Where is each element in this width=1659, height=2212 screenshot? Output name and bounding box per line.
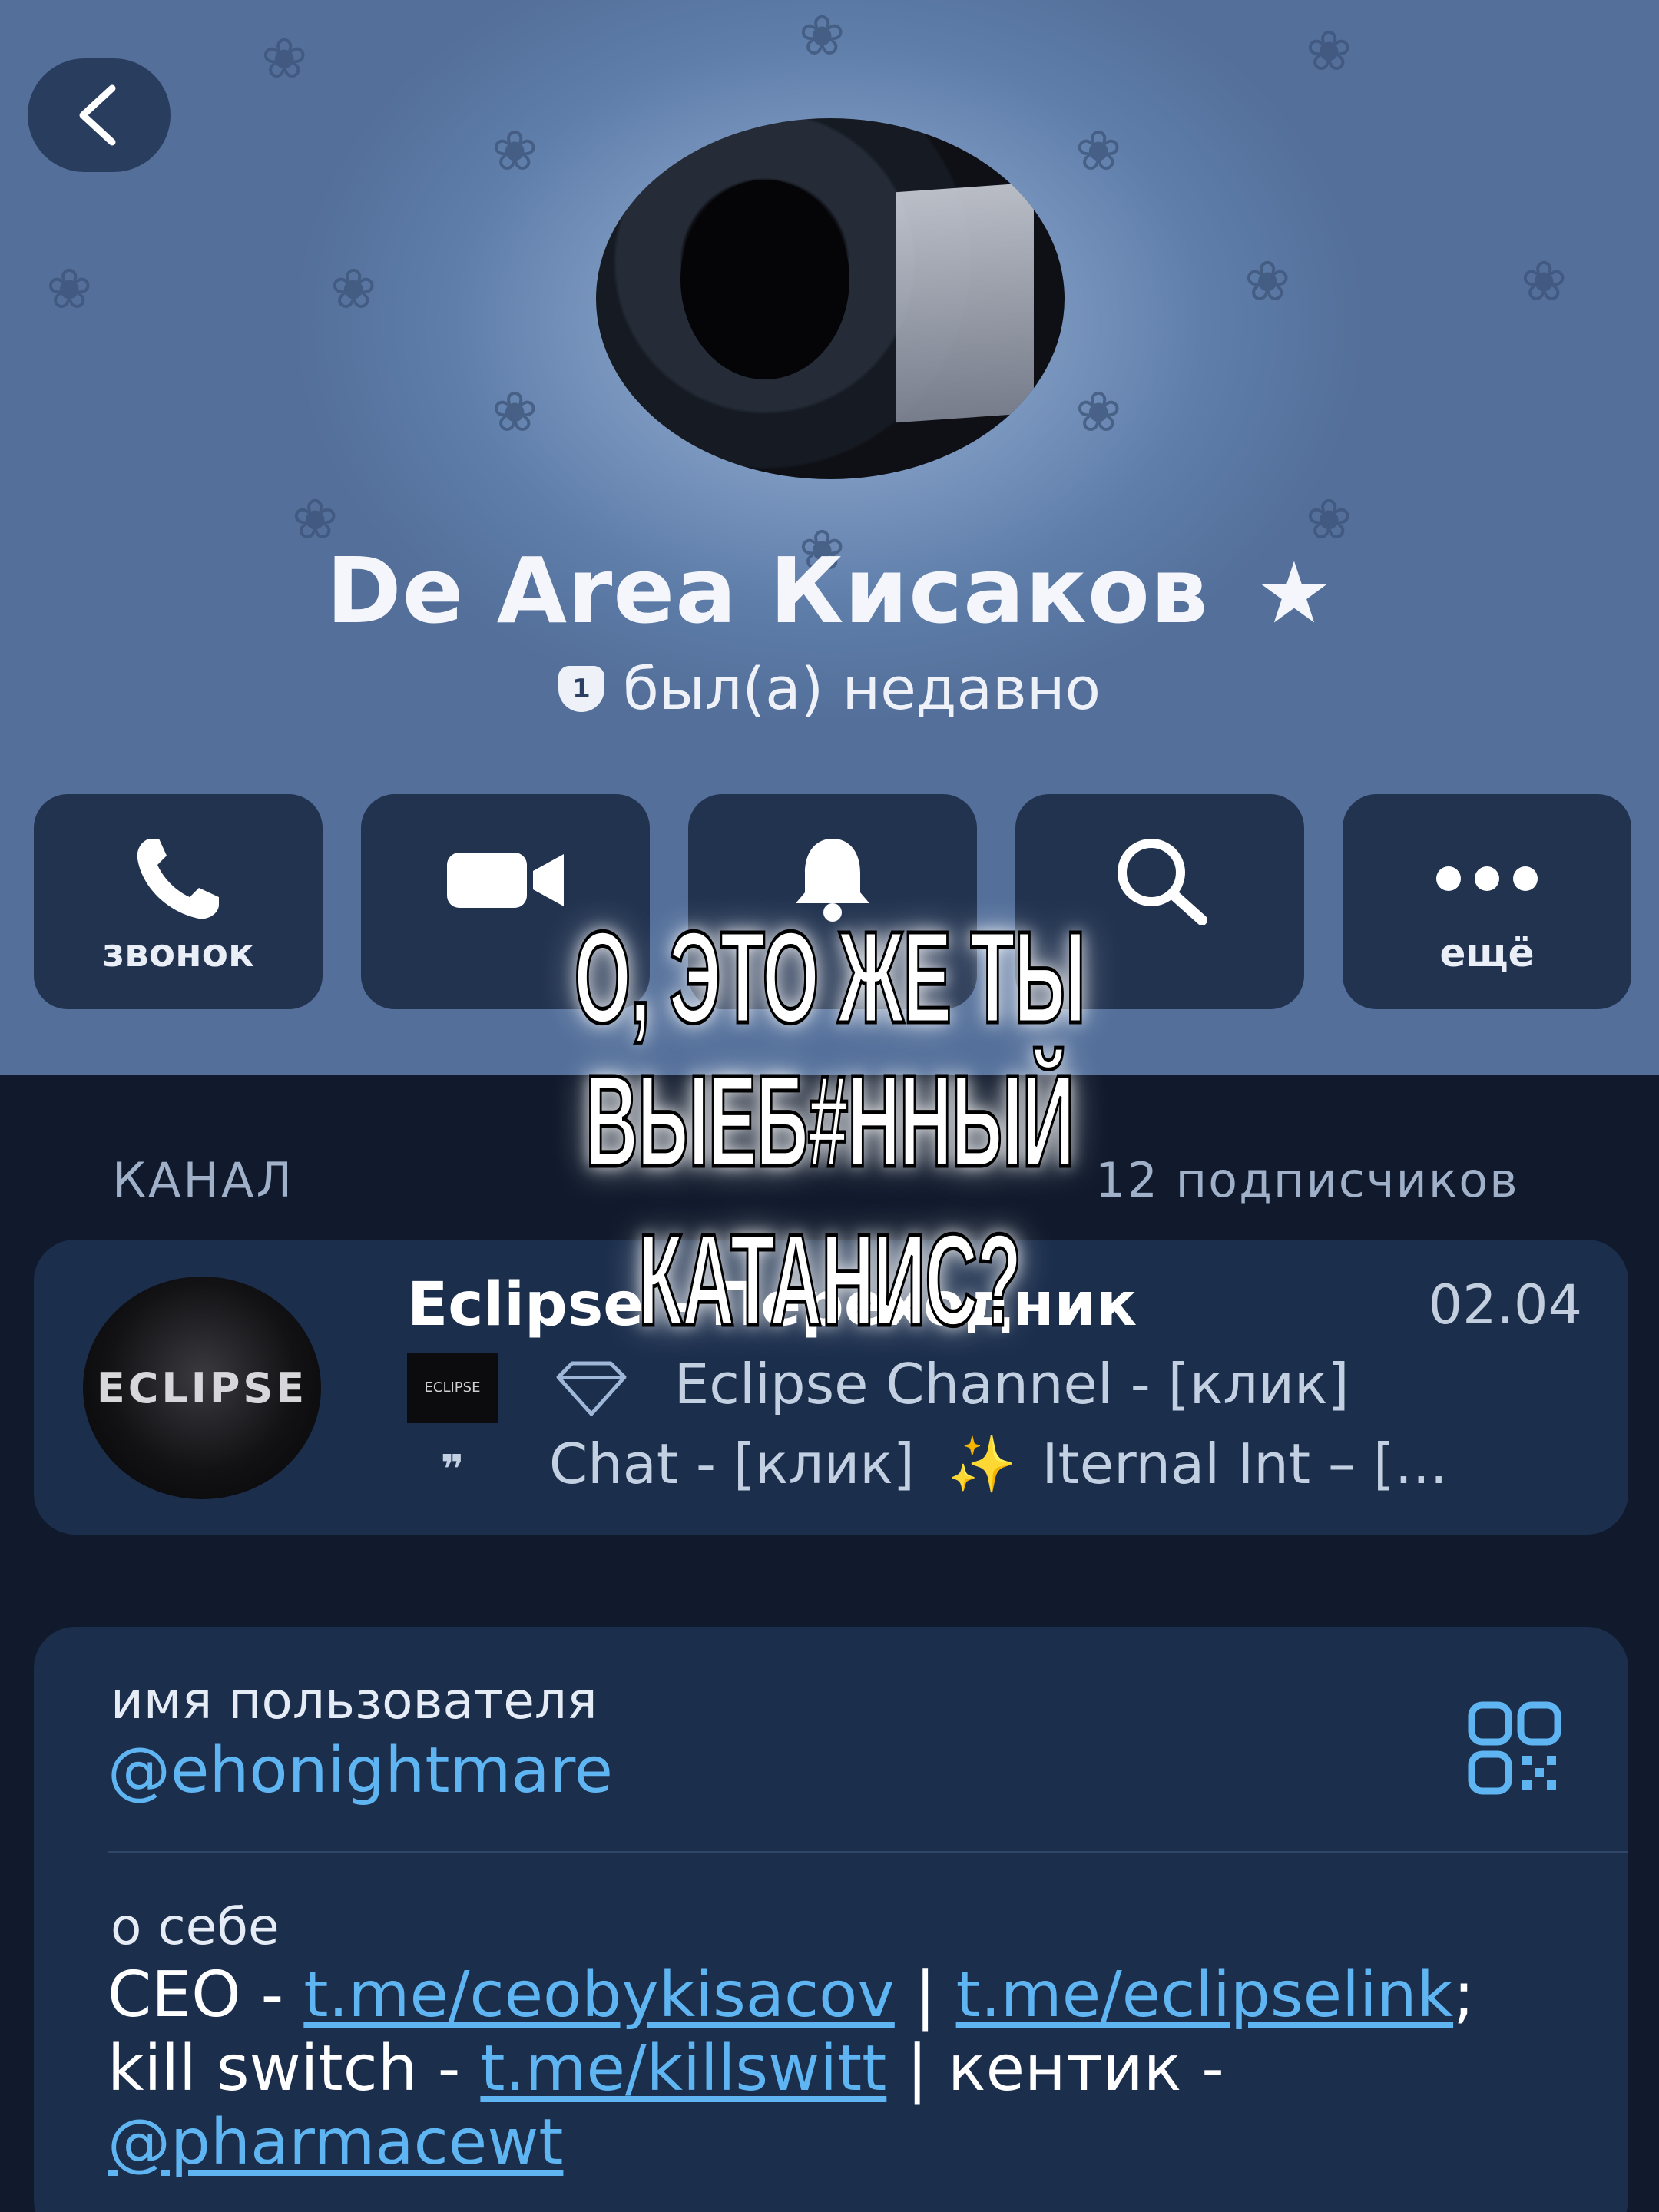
bio-link-ceobykisacov[interactable]: t.me/ceobykisacov	[303, 1959, 894, 2032]
avatar-background-panel	[896, 182, 1034, 423]
wallpaper-flower-icon: ❀	[330, 257, 377, 321]
bio-text: CEO - t.me/ceobykisacov | t.me/eclipseli…	[108, 1959, 1567, 2180]
chevron-left-icon	[79, 84, 116, 146]
avatar-obscured-face	[680, 180, 849, 379]
bio-link-eclipselink[interactable]: t.me/eclipselink	[956, 1959, 1454, 2032]
wallpaper-flower-icon: ❀	[492, 379, 538, 444]
wallpaper-flower-icon: ❀	[1306, 18, 1353, 83]
profile-avatar[interactable]	[596, 118, 1065, 479]
info-divider	[108, 1851, 1628, 1853]
wallpaper-flower-icon: ❀	[1075, 118, 1122, 183]
channel-preview-line-2: ❞ Chat - [клик] ✨ Iternal Int – [...	[407, 1432, 1448, 1497]
meme-caption: О, ЭТО ЖЕ ТЫ ВЫЕБ#ННЫЙ КАТАНИС?	[0, 904, 1659, 1354]
quote-icon: ❞	[440, 1447, 465, 1493]
wallpaper-flower-icon: ❀	[1244, 249, 1291, 313]
bio-text-part-2: |	[894, 1959, 956, 2032]
back-button[interactable]	[28, 58, 171, 172]
username-label: имя пользователя	[111, 1671, 598, 1730]
channel-avatar-text: ECLIPSE	[96, 1363, 308, 1412]
bio-text-part-1: CEO -	[108, 1959, 304, 2032]
channel-preview-text-2b: Iternal Int – [...	[1041, 1432, 1448, 1496]
more-icon	[1436, 866, 1538, 891]
meme-caption-line-2: КАТАНИС?	[637, 1207, 1023, 1354]
bio-link-killswitt[interactable]: t.me/killswitt	[480, 2032, 886, 2105]
premium-star-icon[interactable]: ★	[1257, 544, 1333, 642]
wallpaper-flower-icon: ❀	[261, 26, 308, 91]
profile-name: De Area Кисаков	[326, 538, 1209, 644]
qr-code-icon	[1468, 1701, 1561, 1795]
status-row: 1 был(а) недавно	[0, 654, 1659, 723]
bio-mention-pharmacewt[interactable]: @pharmacewt	[108, 2106, 563, 2179]
channel-preview-text-2a: Chat - [клик]	[548, 1432, 915, 1496]
last-seen-status: был(а) недавно	[622, 654, 1101, 723]
sparkles-icon: ✨	[947, 1432, 1017, 1496]
bio-text-part-4: | кентик -	[886, 2032, 1224, 2105]
wallpaper-flower-icon: ❀	[46, 257, 93, 321]
shield-badge-icon: 1	[558, 665, 604, 712]
qr-code-button[interactable]	[1467, 1700, 1562, 1796]
bio-label: о себе	[111, 1897, 280, 1956]
gem-icon	[556, 1361, 627, 1416]
channel-preview-line-1: ECLIPSE Eclipse Channel - [клик]	[407, 1352, 1349, 1424]
wallpaper-flower-icon: ❀	[799, 3, 846, 68]
wallpaper-flower-icon: ❀	[1075, 379, 1122, 444]
profile-info-card: имя пользователя @ehonightmare о себе CE…	[34, 1627, 1628, 2212]
meme-caption-line-1: О, ЭТО ЖЕ ТЫ ВЫЕБ#ННЫЙ	[573, 904, 1087, 1195]
channel-preview-text-1: Eclipse Channel - [клик]	[674, 1352, 1349, 1416]
wallpaper-flower-icon: ❀	[1521, 249, 1568, 313]
channel-mini-logo: ECLIPSE	[407, 1353, 498, 1424]
video-icon	[447, 853, 564, 908]
wallpaper-flower-icon: ❀	[492, 118, 538, 183]
username-value[interactable]: @ehonightmare	[108, 1734, 613, 1807]
profile-name-row: De Area Кисаков ★	[0, 538, 1659, 644]
